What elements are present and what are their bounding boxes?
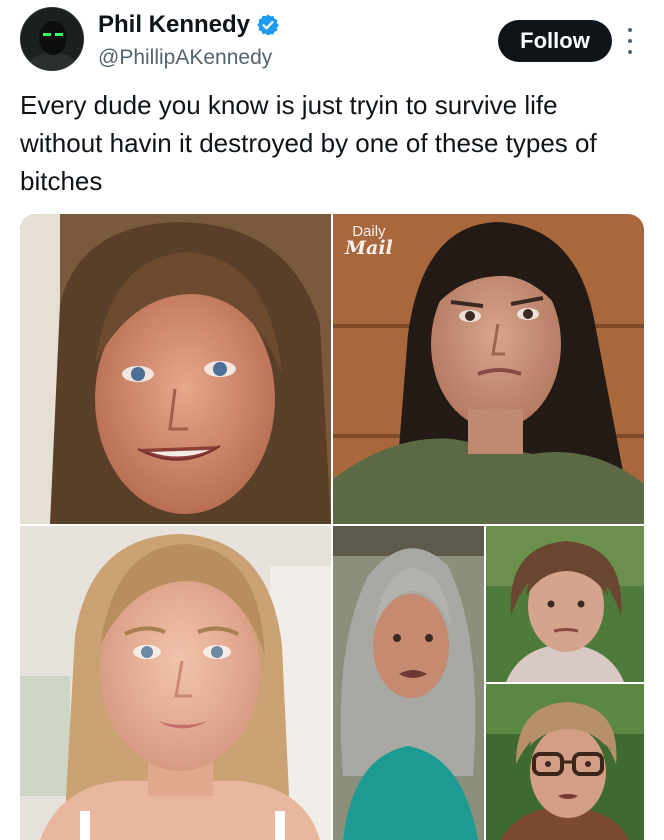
watermark-line2: Mail xyxy=(345,237,393,259)
woman-brown-hair-smiling-photo[interactable] xyxy=(20,214,331,524)
author-handle[interactable]: @PhillipAKennedy xyxy=(98,46,272,70)
author-name-row[interactable]: Phil Kennedy xyxy=(98,10,280,40)
more-options-icon[interactable] xyxy=(624,28,636,54)
tweet-media-grid[interactable]: Daily Mail xyxy=(20,214,644,840)
daily-mail-watermark: Daily Mail xyxy=(345,224,393,258)
woman-glasses-outdoors-photo[interactable] xyxy=(486,684,644,840)
verified-badge-icon xyxy=(257,14,279,36)
woman-blonde-bob-photo[interactable] xyxy=(20,526,331,840)
author-display-name[interactable]: Phil Kennedy xyxy=(98,11,250,39)
woman-dark-hair-frowning-photo[interactable]: Daily Mail xyxy=(333,214,644,524)
tweet: Phil Kennedy @PhillipAKennedy Follow Eve… xyxy=(0,0,664,840)
woman-gray-curly-hair-photo[interactable] xyxy=(333,526,484,840)
older-woman-short-brown-hair-photo[interactable] xyxy=(486,526,644,682)
follow-button[interactable]: Follow xyxy=(498,20,612,62)
avatar[interactable] xyxy=(20,7,84,71)
tweet-text: Every dude you know is just tryin to sur… xyxy=(20,90,597,196)
